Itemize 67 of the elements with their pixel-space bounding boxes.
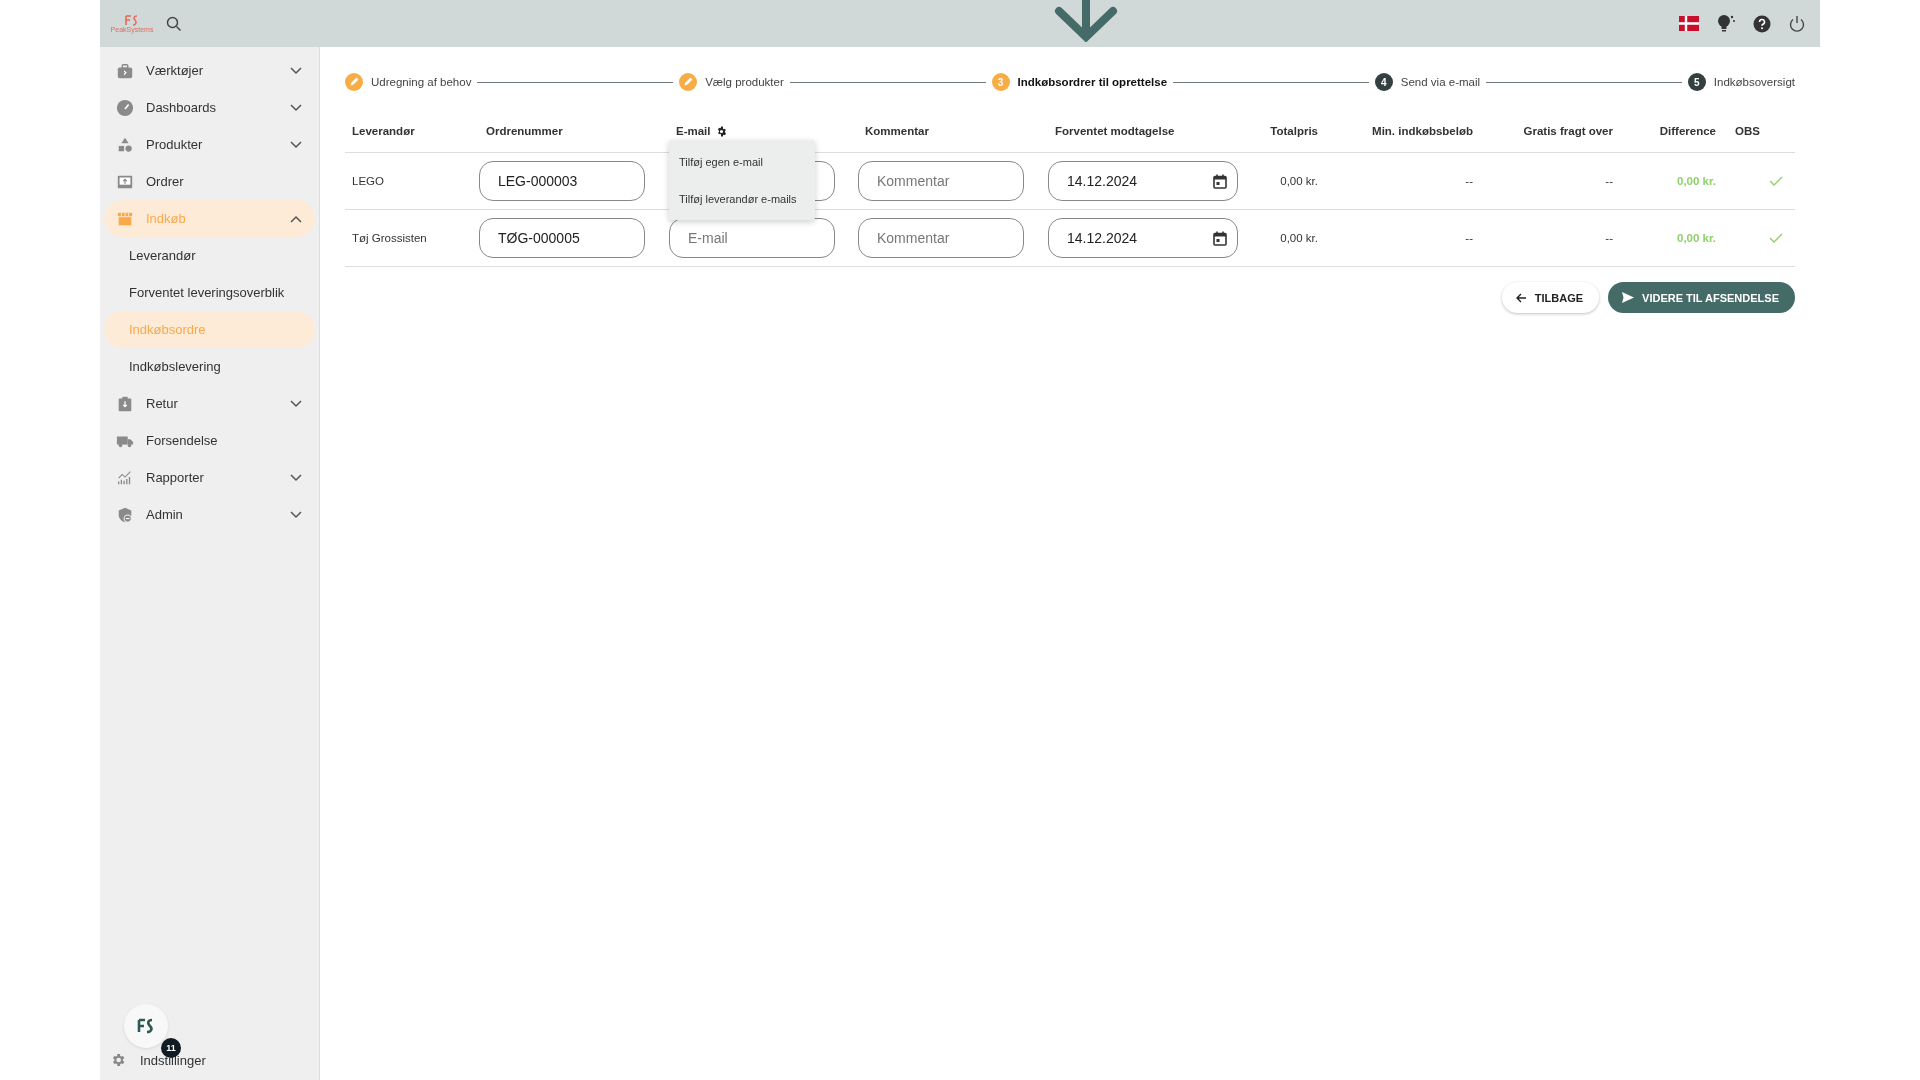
step-indicator: 5 [1687, 73, 1706, 91]
column-header: Ordrenummer [486, 125, 563, 137]
column-header: E-mail [676, 125, 711, 137]
sidebar-item[interactable]: Dashboards [104, 89, 315, 126]
sidebar-item[interactable]: Produkter [104, 126, 315, 163]
table-cell: 0,00 kr. [1280, 232, 1318, 244]
table-cell: LEGO [352, 175, 384, 187]
search-icon[interactable] [166, 15, 182, 32]
step-label[interactable]: Vælg produkter [705, 76, 784, 88]
date-field[interactable]: 14.12.2024 [1048, 161, 1238, 201]
send-icon [1622, 292, 1635, 303]
power-icon[interactable] [1788, 14, 1806, 33]
step-label[interactable]: Send via e-mail [1400, 76, 1481, 88]
email-field[interactable]: E-mail [669, 218, 835, 258]
column-header: Leverandør [352, 125, 415, 137]
flag-icon[interactable] [1679, 16, 1699, 31]
step-label[interactable]: Indkøbsoversigt [1713, 76, 1795, 88]
menu-item[interactable]: Tilføj leverandør e-mails [669, 180, 815, 217]
table-cell: 0,00 kr. [1677, 232, 1716, 244]
gauge-icon [116, 98, 134, 117]
sidebar-item[interactable]: Retur [104, 385, 315, 422]
table-cell: Tøj Grossisten [352, 232, 427, 244]
step-indicator: 3 [991, 73, 1010, 91]
briefcase-icon [116, 61, 134, 80]
sidebar-item[interactable]: Værktøjer [104, 52, 315, 89]
column-header: Forventet modtagelse [1055, 125, 1175, 137]
table-cell: 0,00 kr. [1677, 175, 1716, 187]
calendar-icon[interactable] [1213, 173, 1227, 189]
menu-item[interactable]: Tilføj egen e-mail [669, 143, 815, 180]
column-header: Kommentar [865, 125, 929, 137]
column-header: Min. indkøbsbeløb [1372, 125, 1473, 137]
step-label[interactable]: Indkøbsordrer til oprettelse [1017, 76, 1168, 88]
submenu-item[interactable]: Leverandør [104, 237, 315, 274]
step-indicator: 4 [1374, 73, 1393, 91]
sidebar-item[interactable]: Rapporter [104, 459, 315, 496]
logo-icon [125, 14, 139, 26]
column-header: OBS [1735, 125, 1760, 137]
calendar-icon[interactable] [1213, 230, 1227, 246]
column-header: Totalpris [1270, 125, 1318, 137]
arrow-left-icon [1515, 292, 1527, 303]
help-icon[interactable] [1753, 14, 1771, 33]
settings-icon[interactable] [715, 125, 727, 137]
submenu-item[interactable]: Indkøbslevering [104, 348, 315, 385]
back-button[interactable]: TILBAGE [1501, 282, 1600, 313]
continue-button[interactable]: VIDERE TIL AFSENDELSE [1608, 282, 1795, 313]
lightbulb-icon[interactable] [1716, 13, 1736, 34]
order-number-field[interactable]: TØG-000005 [479, 218, 645, 258]
arrow-icon [1053, 0, 1119, 42]
shield-icon [116, 505, 134, 524]
order-number-field[interactable]: LEG-000003 [479, 161, 645, 201]
step-label[interactable]: Udregning af behov [371, 76, 472, 88]
sidebar-item[interactable]: Admin [104, 496, 315, 533]
submenu-item[interactable]: Forventet leveringsoverblik [104, 274, 315, 311]
sidebar-item[interactable]: Forsendelse [104, 422, 315, 459]
comment-field[interactable]: Kommentar [858, 218, 1024, 258]
column-header: Difference [1659, 125, 1716, 137]
assistant-avatar[interactable] [124, 1004, 168, 1048]
sidebar-item[interactable]: Ordrer [104, 163, 315, 200]
table-cell: -- [1605, 232, 1613, 244]
table-cell: -- [1465, 175, 1473, 187]
clipboard-icon [116, 394, 134, 413]
date-field[interactable]: 14.12.2024 [1048, 218, 1238, 258]
table-cell: -- [1465, 232, 1473, 244]
table-cell: 0,00 kr. [1280, 175, 1318, 187]
column-header: Gratis fragt over [1523, 125, 1613, 137]
comment-field[interactable]: Kommentar [858, 161, 1024, 201]
table-cell: -- [1605, 175, 1613, 187]
